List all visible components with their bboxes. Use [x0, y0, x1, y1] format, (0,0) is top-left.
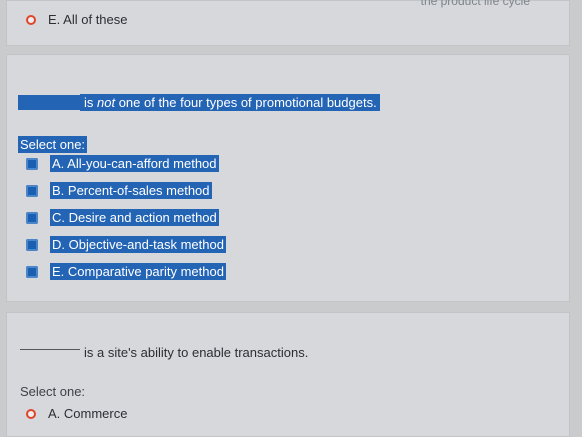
option-d-label: D. Objective-and-task method — [50, 236, 226, 253]
option-a-label: A. Commerce — [48, 406, 128, 421]
option-a-row[interactable]: A. All-you-can-afford method — [26, 155, 219, 172]
option-e-row[interactable]: E. Comparative parity method — [26, 263, 226, 280]
question-card-previous: the product life cycle E. All of these — [6, 0, 570, 46]
option-c-row[interactable]: C. Desire and action method — [26, 209, 219, 226]
radio-button[interactable] — [26, 265, 38, 278]
radio-button[interactable] — [26, 408, 36, 419]
option-b-row[interactable]: B. Percent-of-sales method — [26, 182, 212, 199]
question-card-transactions: is a site's ability to enable transactio… — [6, 312, 570, 437]
radio-button[interactable] — [26, 157, 38, 170]
question-text: is a site's ability to enable transactio… — [20, 345, 308, 360]
option-e-label: E. Comparative parity method — [50, 263, 226, 280]
radio-button[interactable] — [26, 184, 38, 197]
question-card-promotional-budgets: is not one of the four types of promotio… — [6, 54, 570, 302]
question3-text: is a site's ability to enable transactio… — [84, 345, 309, 360]
question-text: is not one of the four types of promotio… — [18, 94, 380, 111]
answer-blank — [20, 349, 80, 350]
option-e-label: E. All of these — [48, 12, 128, 27]
option-e-row[interactable]: E. All of these — [26, 12, 128, 27]
answer-blank — [18, 95, 80, 110]
option-c-label: C. Desire and action method — [50, 209, 219, 226]
question-text-post: one of the four types of promotional bud… — [115, 95, 377, 110]
radio-button[interactable] — [26, 238, 38, 251]
radio-button[interactable] — [26, 14, 36, 25]
question-text-emphasis: not — [97, 95, 116, 110]
select-one-label: Select one: — [20, 384, 86, 399]
previous-question-text-fragment: the product life cycle — [420, 0, 530, 8]
option-a-label: A. All-you-can-afford method — [50, 155, 219, 172]
option-d-row[interactable]: D. Objective-and-task method — [26, 236, 226, 253]
option-b-label: B. Percent-of-sales method — [50, 182, 212, 199]
question-text-pre: is — [84, 95, 97, 110]
select-one-label: Select one: — [18, 136, 88, 153]
option-a-row[interactable]: A. Commerce — [26, 406, 127, 421]
radio-button[interactable] — [26, 211, 38, 224]
